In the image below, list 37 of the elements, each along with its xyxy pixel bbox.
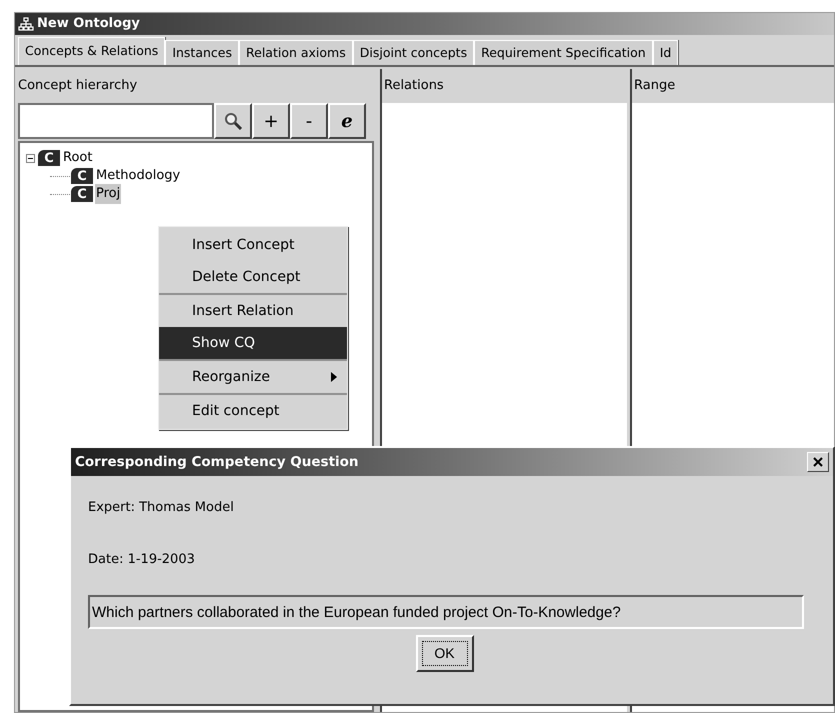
panel-title: Range [633, 77, 676, 96]
menu-item[interactable]: Insert Concept [159, 229, 347, 261]
menu-item[interactable]: Show CQ [159, 327, 347, 359]
search-icon [224, 112, 242, 130]
concept-icon: C [38, 150, 60, 166]
tab[interactable]: Concepts & Relations [18, 37, 166, 65]
ok-button[interactable]: OK [416, 635, 474, 672]
tab[interactable]: Id [652, 40, 678, 65]
menu-item[interactable]: Reorganize [159, 361, 347, 393]
hierarchy-icon [18, 16, 34, 32]
tree-item[interactable]: Methodology [95, 166, 182, 186]
toolbar-button[interactable]: e [328, 103, 366, 139]
toolbar-button[interactable]: + [252, 103, 290, 139]
tree-item[interactable]: Root [62, 148, 94, 168]
close-button[interactable] [807, 452, 829, 472]
tab[interactable]: Instances [165, 40, 239, 65]
collapse-toggle[interactable] [26, 154, 35, 162]
panel-title: Relations [383, 77, 445, 96]
toolbar-button[interactable]: - [290, 103, 328, 139]
window-title: New Ontology [37, 15, 140, 34]
tab[interactable]: Requirement Specification [474, 40, 653, 65]
menu-item[interactable]: Edit concept [159, 395, 347, 427]
dialog-title: Corresponding Competency Question [75, 452, 359, 472]
close-icon [813, 457, 823, 467]
expert-label: Expert: Thomas Model [88, 499, 235, 517]
panel-title: Concept hierarchy [18, 77, 138, 96]
menu-item[interactable]: Delete Concept [159, 261, 347, 293]
concept-icon: C [71, 186, 93, 202]
menu-item[interactable]: Insert Relation [159, 295, 347, 327]
question-field[interactable]: Which partners collaborated in the European funded project On-To-Knowledge? [88, 595, 804, 629]
tree-item[interactable]: Proj [95, 184, 122, 204]
tab[interactable]: Relation axioms [239, 40, 353, 65]
date-label: Date: 1-19-2003 [88, 550, 196, 568]
search-field[interactable] [18, 103, 214, 139]
tab[interactable]: Disjoint concepts [352, 40, 474, 65]
search-button[interactable] [214, 103, 252, 139]
concept-icon: C [71, 168, 93, 184]
